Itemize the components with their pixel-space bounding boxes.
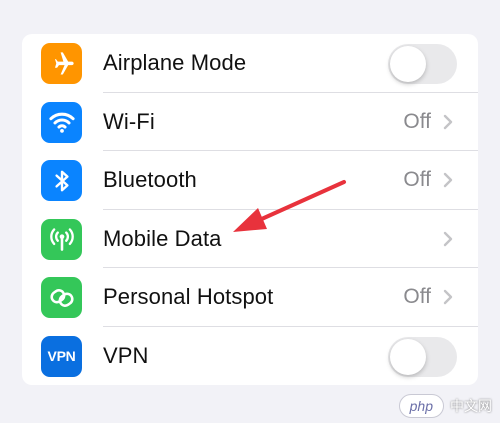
watermark-logo: php: [398, 394, 444, 418]
watermark-text: 中文网: [450, 398, 492, 414]
watermark: php 中文网: [398, 393, 492, 419]
annotation-arrow: [233, 180, 346, 232]
